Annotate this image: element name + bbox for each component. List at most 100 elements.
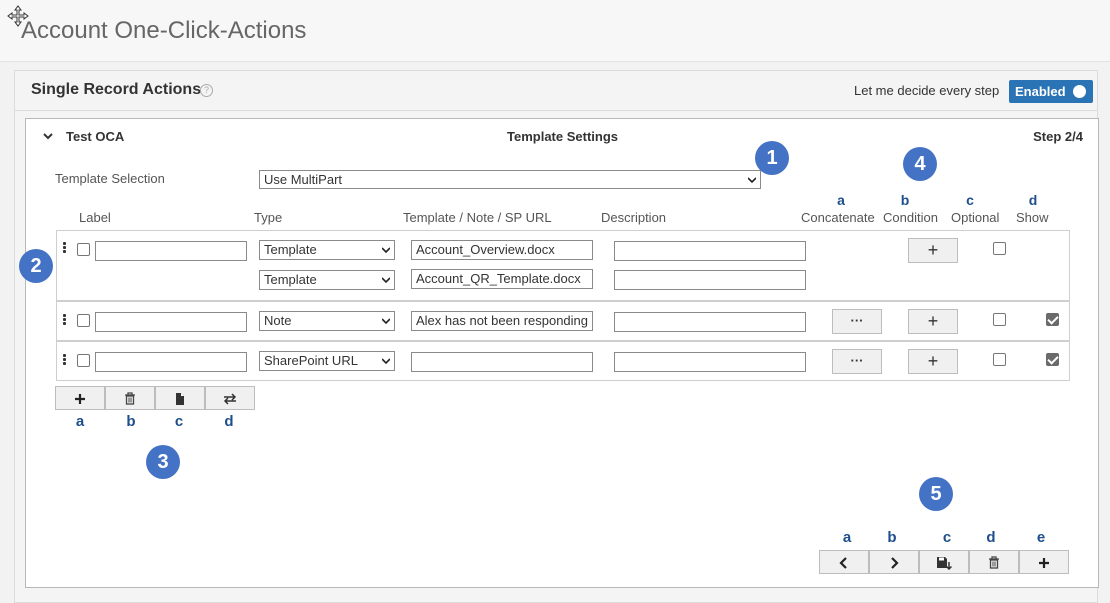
nav-letter-c: c xyxy=(942,529,952,546)
condition-add-button[interactable]: + xyxy=(908,238,958,263)
chevron-down-icon xyxy=(382,318,390,325)
panel-header: Single Record Actions ? Let me decide ev… xyxy=(15,71,1097,111)
column-header-label: Label xyxy=(79,210,111,225)
condition-add-button[interactable]: + xyxy=(908,349,958,374)
condition-add-button[interactable]: + xyxy=(908,309,958,334)
description-input[interactable] xyxy=(614,270,806,290)
chevron-down-icon xyxy=(382,358,390,365)
drag-handle-icon[interactable] xyxy=(63,314,66,325)
save-icon xyxy=(937,557,953,571)
optional-checkbox[interactable] xyxy=(993,242,1006,255)
app-root: Account One-Click-Actions Single Record … xyxy=(0,0,1110,603)
column-header-url: Template / Note / SP URL xyxy=(403,210,552,225)
template-selection-value: Use MultiPart xyxy=(264,172,343,187)
label-input[interactable] xyxy=(95,352,247,372)
callout-badge-5: 5 xyxy=(919,477,953,511)
plus-icon xyxy=(75,394,85,404)
page-title: Account One-Click-Actions xyxy=(21,17,307,44)
callout-badge-4: 4 xyxy=(903,147,937,181)
drag-handle-icon[interactable] xyxy=(63,354,66,365)
nav-letter-e: e xyxy=(1036,529,1046,546)
page-header: Account One-Click-Actions xyxy=(0,0,1110,62)
column-letter-d: d xyxy=(1028,192,1038,208)
concatenate-button[interactable]: ··· xyxy=(832,309,882,334)
copy-row-button[interactable] xyxy=(155,386,205,410)
callout-badge-1: 1 xyxy=(755,141,789,175)
column-header-type: Type xyxy=(254,210,283,225)
save-button[interactable] xyxy=(919,550,969,574)
chevron-down-icon xyxy=(382,247,390,254)
template-selection-dropdown[interactable]: Use MultiPart xyxy=(259,170,761,189)
optional-checkbox[interactable] xyxy=(993,313,1006,326)
optional-checkbox[interactable] xyxy=(993,353,1006,366)
add-action-button[interactable] xyxy=(1019,550,1069,574)
row-select-checkbox[interactable] xyxy=(77,354,90,367)
delete-row-button[interactable] xyxy=(105,386,155,410)
table-row: Note Alex has not been responding ··· + xyxy=(56,301,1070,341)
template-url-input[interactable]: Account_Overview.docx xyxy=(411,240,593,260)
template-url-input[interactable]: Alex has not been responding xyxy=(411,311,593,331)
chevron-down-icon xyxy=(748,177,756,184)
template-url-input[interactable]: Account_QR_Template.docx xyxy=(411,269,593,289)
decide-every-step-toggle[interactable]: Enabled xyxy=(1009,80,1093,103)
chevron-down-icon[interactable] xyxy=(43,131,53,141)
type-select-value: SharePoint URL xyxy=(264,353,358,368)
show-checkbox[interactable] xyxy=(1046,313,1059,326)
column-header-show: Show xyxy=(1016,210,1049,225)
toolbar-letter-c: c xyxy=(174,413,184,430)
step-indicator: Step 2/4 xyxy=(1033,129,1083,144)
concatenate-button[interactable]: ··· xyxy=(832,349,882,374)
template-selection-label: Template Selection xyxy=(55,171,165,186)
help-icon[interactable]: ? xyxy=(200,84,213,97)
type-select-value: Note xyxy=(264,313,292,328)
oca-card: Test OCA Template Settings Step 2/4 Temp… xyxy=(25,118,1099,588)
swap-rows-button[interactable] xyxy=(205,386,255,410)
toolbar-letter-d: d xyxy=(224,413,234,430)
delete-action-button[interactable] xyxy=(969,550,1019,574)
nav-letter-b: b xyxy=(887,529,897,546)
column-header-condition: Condition xyxy=(883,210,938,225)
add-row-button[interactable] xyxy=(55,386,105,410)
column-header-optional: Optional xyxy=(951,210,1000,225)
chevron-right-icon xyxy=(891,557,899,569)
type-select-value: Template xyxy=(264,272,317,287)
show-checkbox[interactable] xyxy=(1046,353,1059,366)
row-select-checkbox[interactable] xyxy=(77,314,90,327)
description-input[interactable] xyxy=(614,352,806,372)
template-url-input[interactable] xyxy=(411,352,593,372)
column-header-description: Description xyxy=(601,210,667,225)
swap-icon xyxy=(223,393,237,405)
trash-icon xyxy=(989,556,999,569)
label-input[interactable] xyxy=(95,241,247,261)
toolbar-letter-a: a xyxy=(75,413,85,430)
oca-name: Test OCA xyxy=(66,129,125,144)
callout-badge-3: 3 xyxy=(146,445,180,479)
next-step-button[interactable] xyxy=(869,550,919,574)
label-input[interactable] xyxy=(95,312,247,332)
section-title: Template Settings xyxy=(507,129,619,144)
table-row: SharePoint URL ··· + xyxy=(56,341,1070,381)
callout-badge-2: 2 xyxy=(19,249,53,283)
row-toolbar xyxy=(55,386,255,410)
column-letter-b: b xyxy=(900,192,910,208)
description-input[interactable] xyxy=(614,241,806,261)
column-header-concatenate: Concatenate xyxy=(801,210,875,225)
nav-letter-d: d xyxy=(986,529,996,546)
toggle-label: Enabled xyxy=(1015,84,1066,99)
type-select[interactable]: Template xyxy=(259,270,395,290)
row-select-checkbox[interactable] xyxy=(77,243,90,256)
plus-icon xyxy=(1039,558,1049,568)
toggle-knob xyxy=(1073,85,1086,98)
type-select[interactable]: Template xyxy=(259,240,395,260)
chevron-down-icon xyxy=(382,277,390,284)
drag-handle-icon[interactable] xyxy=(63,242,66,253)
type-select[interactable]: Note xyxy=(259,311,395,331)
nav-letter-a: a xyxy=(842,529,852,546)
column-letter-c: c xyxy=(966,192,974,208)
type-select[interactable]: SharePoint URL xyxy=(259,351,395,371)
description-input[interactable] xyxy=(614,312,806,332)
type-select-value: Template xyxy=(264,242,317,257)
previous-step-button[interactable] xyxy=(819,550,869,574)
chevron-left-icon xyxy=(839,557,847,569)
table-row: Template Account_Overview.docx + Templat… xyxy=(56,230,1070,301)
